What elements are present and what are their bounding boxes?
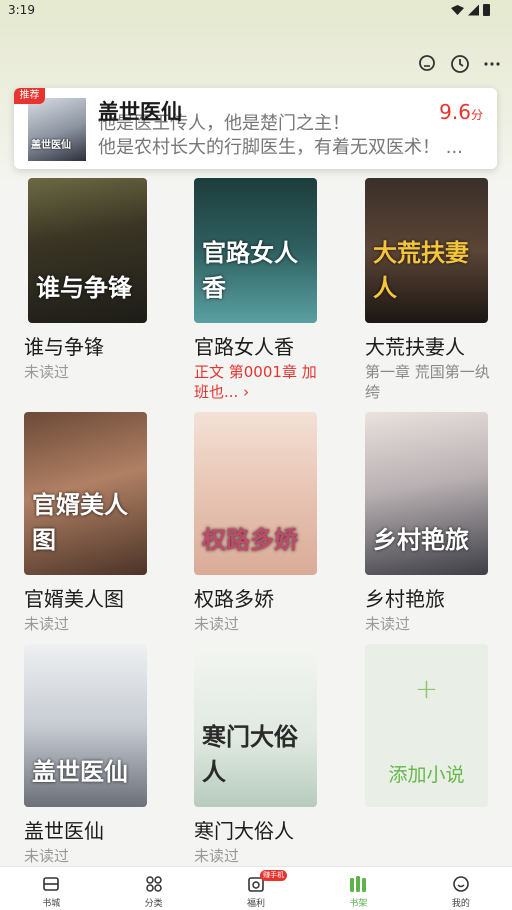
- book-title: 寒门大俗人: [194, 819, 294, 843]
- book-status: 未读过: [194, 615, 240, 633]
- nav-item-bookshelf[interactable]: 书架: [307, 867, 409, 910]
- welfare-badge: 赚手机: [260, 870, 288, 881]
- score-value: 9.6: [439, 100, 471, 124]
- add-novel-button[interactable]: + 添加小说: [365, 644, 488, 807]
- book-title: 官路女人香: [194, 335, 294, 359]
- signal-icon: [468, 4, 479, 16]
- book-item[interactable]: 乡村艳旅 乡村艳旅 未读过: [365, 412, 495, 634]
- nav-label: 福利: [247, 899, 266, 909]
- search-icon[interactable]: [418, 54, 438, 74]
- book-cover-title: 寒门大俗人: [202, 723, 298, 786]
- book-cover-title: 谁与争锋: [36, 274, 132, 302]
- recommend-desc-line2: 他是农村长大的行脚医生，有着无双医术！ ...: [98, 137, 463, 158]
- battery-icon: [483, 4, 490, 16]
- more-icon[interactable]: [482, 54, 502, 74]
- book-status: 未读过: [24, 615, 70, 633]
- add-novel-label: 添加小说: [388, 764, 465, 786]
- book-title: 大荒扶妻人: [365, 335, 465, 359]
- status-icons: [451, 4, 490, 16]
- status-bar: 3:19: [0, 0, 512, 24]
- book-title: 盖世医仙: [24, 819, 104, 843]
- book-cover-title: 大荒扶妻人: [373, 239, 469, 302]
- book-cover: 乡村艳旅: [365, 412, 488, 575]
- book-status: 未读过: [24, 363, 70, 381]
- nav-label: 书城: [42, 899, 61, 909]
- book-item[interactable]: 盖世医仙 盖世医仙 未读过: [24, 644, 154, 866]
- book-cover: 寒门大俗人: [194, 644, 317, 807]
- book-cover: 官路女人香: [194, 178, 317, 323]
- profile-icon: [451, 874, 471, 894]
- book-cover: 盖世医仙: [24, 644, 147, 807]
- book-status[interactable]: 正文 第0001章 加班也... ›: [194, 362, 324, 402]
- book-cover-title: 乡村艳旅: [373, 526, 469, 554]
- book-title: 乡村艳旅: [365, 587, 445, 611]
- book-cover: 官婿美人图: [24, 412, 147, 575]
- book-title: 官婿美人图: [24, 587, 124, 611]
- nav-label: 书架: [349, 899, 368, 909]
- recommend-badge: 推荐: [14, 88, 45, 104]
- recommend-cover: 盖世医仙: [28, 98, 86, 161]
- bottom-nav: 书城 分类 赚手机 福利 书架 我的: [0, 866, 512, 910]
- book-status: 未读过: [365, 615, 411, 633]
- book-item[interactable]: 官婿美人图 官婿美人图 未读过: [24, 412, 154, 634]
- book-item[interactable]: 官路女人香 官路女人香 正文 第0001章 加班也... ›: [194, 178, 324, 402]
- top-actions: [418, 54, 502, 74]
- book-status: 第一章 荒国第一纨绔: [365, 363, 490, 401]
- nav-item-bookstore[interactable]: 书城: [0, 867, 102, 910]
- book-status: 未读过: [24, 847, 70, 865]
- book-cover-title: 官婿美人图: [32, 491, 128, 554]
- nav-label: 我的: [451, 899, 470, 909]
- book-cover-title: 盖世医仙: [32, 758, 128, 786]
- nav-item-welfare[interactable]: 赚手机 福利: [205, 867, 307, 910]
- history-clock-icon[interactable]: [450, 54, 470, 74]
- status-time: 3:19: [8, 3, 35, 17]
- book-cover-title: 权路多娇: [202, 526, 298, 554]
- book-title: 权路多娇: [194, 587, 274, 611]
- book-status: 未读过: [194, 847, 240, 865]
- category-icon: [144, 874, 164, 894]
- recommend-banner[interactable]: 盖世医仙 推荐 他是医王传人，他是楚门之主！ 他是农村长大的行脚医生，有着无双医…: [14, 88, 497, 169]
- recommend-cover-title: 盖世医仙: [31, 140, 71, 151]
- book-cover: 大荒扶妻人: [365, 178, 488, 323]
- wifi-icon: [451, 5, 464, 15]
- bookshelf-icon: [348, 874, 368, 894]
- book-item[interactable]: 大荒扶妻人 大荒扶妻人 第一章 荒国第一纨绔: [365, 178, 495, 402]
- recommend-title: 盖世医仙: [98, 100, 182, 124]
- book-item[interactable]: 寒门大俗人 寒门大俗人 未读过: [194, 644, 324, 866]
- book-cover: 权路多娇: [194, 412, 317, 575]
- nav-item-profile[interactable]: 我的: [410, 867, 512, 910]
- bookstore-icon: [41, 874, 61, 894]
- recommend-score: 9.6分: [439, 100, 483, 124]
- score-unit: 分: [470, 108, 483, 122]
- book-title: 谁与争锋: [24, 335, 104, 359]
- book-cover: 谁与争锋: [28, 178, 147, 323]
- plus-icon: +: [414, 672, 439, 705]
- nav-label: 分类: [144, 899, 163, 909]
- book-item[interactable]: 谁与争锋 谁与争锋 未读过: [24, 178, 154, 382]
- book-item[interactable]: 权路多娇 权路多娇 未读过: [194, 412, 324, 634]
- book-cover-title: 官路女人香: [202, 239, 298, 302]
- nav-item-category[interactable]: 分类: [102, 867, 204, 910]
